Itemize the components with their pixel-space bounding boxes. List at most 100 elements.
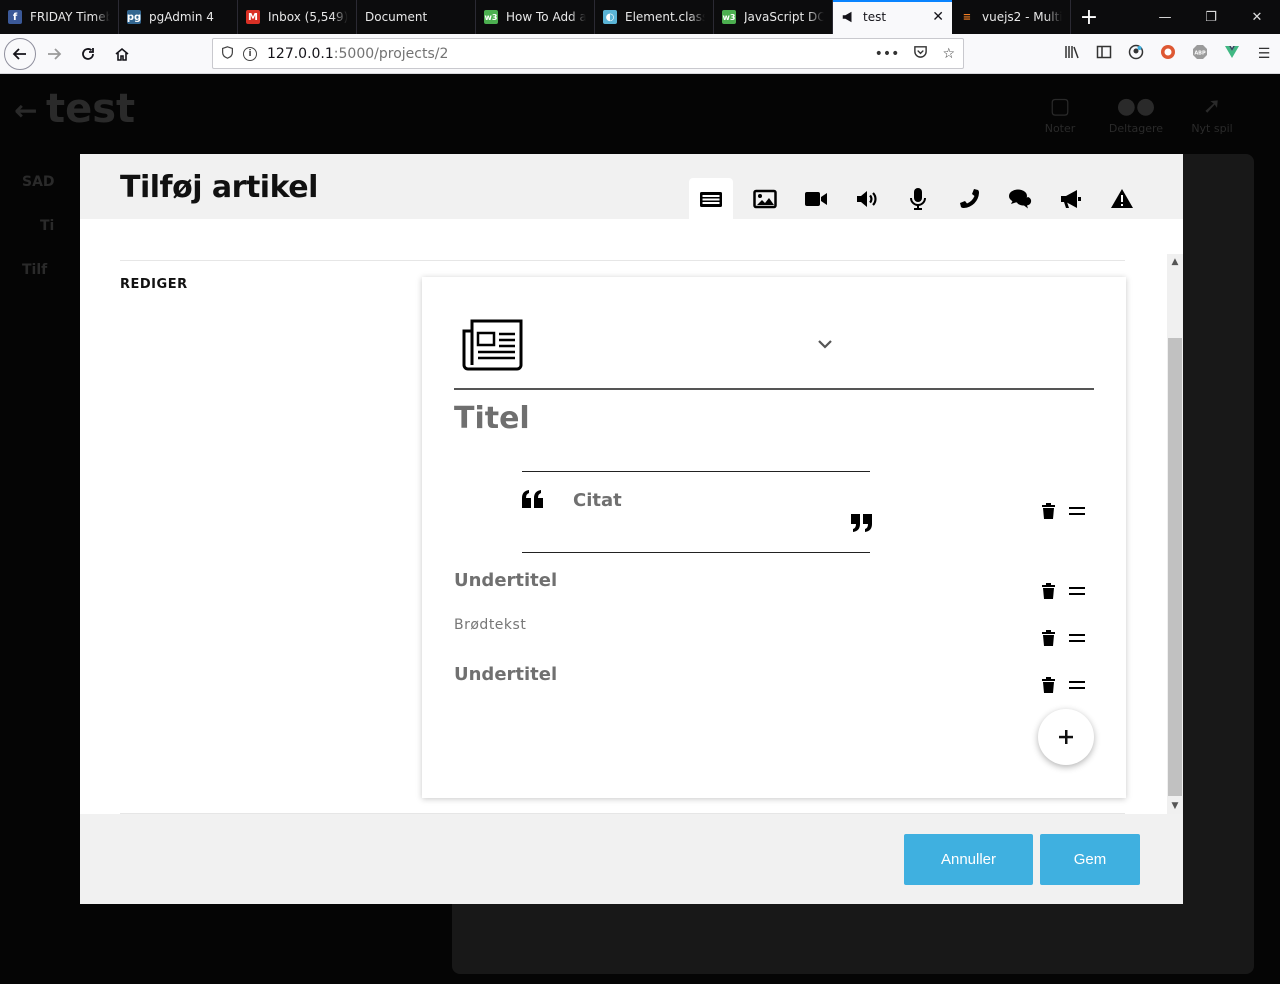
library-icon[interactable] bbox=[1056, 44, 1088, 64]
back-button[interactable] bbox=[4, 37, 36, 70]
tool-label: Noter bbox=[1044, 122, 1076, 135]
quote-close-icon bbox=[851, 514, 872, 532]
notes-tool: ▢ Noter bbox=[1032, 94, 1088, 135]
article-editor-card: Titel Citat Undertitel Brødtekst Underti… bbox=[422, 277, 1126, 798]
trash-icon[interactable] bbox=[1042, 583, 1055, 599]
add-article-modal: Tilføj artikel REDIGER Titel Citat Under… bbox=[80, 154, 1183, 904]
tab-title: pgAdmin 4 bbox=[149, 10, 214, 24]
browser-tab-active[interactable]: test ✕ bbox=[833, 0, 952, 34]
tab-title: Element.classL bbox=[625, 10, 705, 24]
close-tab-icon[interactable]: ✕ bbox=[932, 9, 944, 25]
reload-icon bbox=[82, 47, 94, 60]
modal-title: Tilføj artikel bbox=[120, 170, 318, 205]
browser-tab[interactable]: Document bbox=[357, 0, 476, 34]
vue-devtools-icon[interactable] bbox=[1216, 44, 1248, 64]
more-actions-icon[interactable]: ••• bbox=[875, 46, 900, 62]
scroll-down-icon[interactable]: ▼ bbox=[1167, 798, 1183, 814]
subtitle-input[interactable]: Undertitel bbox=[454, 570, 557, 591]
tool-label: Deltagere bbox=[1108, 122, 1164, 135]
browser-tab[interactable]: w3 JavaScript DOM bbox=[714, 0, 833, 34]
forward-button[interactable] bbox=[38, 38, 70, 70]
tab-title: Inbox (5,549) - bbox=[268, 10, 348, 24]
minimize-icon[interactable]: — bbox=[1142, 0, 1188, 34]
browser-tab[interactable]: pg pgAdmin 4 bbox=[119, 0, 238, 34]
new-tab-button[interactable]: + bbox=[1071, 0, 1107, 34]
chevron-down-icon[interactable] bbox=[818, 339, 832, 349]
w3schools-icon: w3 bbox=[722, 10, 736, 24]
browser-tab[interactable]: ≡ vuejs2 - Multip bbox=[952, 0, 1071, 34]
subtitle-input[interactable]: Undertitel bbox=[454, 664, 557, 685]
phone-icon bbox=[959, 188, 979, 208]
restore-icon[interactable]: ❐ bbox=[1188, 0, 1234, 34]
type-announcement-button[interactable] bbox=[1045, 178, 1096, 219]
article-type-selector bbox=[689, 178, 1147, 219]
type-article-button[interactable] bbox=[689, 178, 733, 219]
cancel-button[interactable]: Annuller bbox=[904, 834, 1033, 885]
mdn-icon: ◐ bbox=[603, 10, 617, 24]
pocket-icon[interactable] bbox=[913, 44, 928, 63]
image-icon bbox=[752, 189, 777, 208]
drag-handle-icon[interactable] bbox=[1069, 634, 1085, 642]
drag-handle-icon[interactable] bbox=[1069, 681, 1085, 689]
address-bar[interactable]: i 127.0.0.1:5000/projects/2 ••• ☆ bbox=[212, 38, 964, 69]
toolbar-icons: ABP ☰ bbox=[1056, 34, 1280, 74]
info-icon[interactable]: i bbox=[243, 46, 257, 61]
trash-icon[interactable] bbox=[1042, 677, 1055, 693]
body-block-actions bbox=[1042, 630, 1085, 646]
add-block-button[interactable] bbox=[1038, 709, 1094, 765]
drag-handle-icon[interactable] bbox=[1069, 587, 1085, 595]
stackoverflow-icon: ≡ bbox=[962, 11, 972, 23]
arrow-left-icon bbox=[12, 47, 26, 60]
new-game-tool: ➚ Nyt spil bbox=[1184, 94, 1240, 135]
scroll-up-icon[interactable]: ▲ bbox=[1167, 254, 1183, 270]
adblock-icon[interactable]: ABP bbox=[1184, 44, 1216, 64]
bookmark-star-icon[interactable]: ☆ bbox=[942, 46, 955, 62]
article-title-input[interactable]: Titel bbox=[454, 401, 530, 436]
quote-block[interactable]: Citat bbox=[522, 471, 872, 553]
trash-icon[interactable] bbox=[1042, 630, 1055, 646]
save-button[interactable]: Gem bbox=[1040, 834, 1140, 885]
home-button[interactable] bbox=[106, 38, 138, 70]
users-icon: ●● bbox=[1116, 94, 1156, 119]
close-window-icon[interactable]: ✕ bbox=[1234, 0, 1280, 34]
comments-icon bbox=[1008, 189, 1031, 208]
browser-tab[interactable]: f FRIDAY Timeb bbox=[0, 0, 119, 34]
type-chat-button[interactable] bbox=[994, 178, 1045, 219]
sidebar-icon[interactable] bbox=[1088, 44, 1120, 64]
svg-text:ABP: ABP bbox=[1194, 51, 1206, 57]
modal-body: REDIGER Titel Citat Undertitel Brødtekst… bbox=[80, 219, 1183, 814]
tab-title: Document bbox=[365, 10, 428, 24]
body-text-input[interactable]: Brødtekst bbox=[454, 617, 526, 633]
type-video-button[interactable] bbox=[790, 178, 841, 219]
browser-tab[interactable]: w3 How To Add a bbox=[476, 0, 595, 34]
drag-handle-icon[interactable] bbox=[1069, 507, 1085, 515]
trash-icon[interactable] bbox=[1042, 503, 1055, 519]
rocket-icon: ➚ bbox=[1202, 94, 1222, 119]
scrollbar-thumb[interactable] bbox=[1168, 338, 1182, 796]
shield-icon[interactable] bbox=[221, 45, 235, 62]
type-alert-button[interactable] bbox=[1096, 178, 1147, 219]
browser-tab[interactable]: ◐ Element.classL bbox=[595, 0, 714, 34]
video-camera-icon bbox=[804, 191, 827, 206]
gmail-icon: M bbox=[246, 10, 260, 24]
pgadmin-icon: pg bbox=[126, 10, 142, 24]
quote-text-input[interactable]: Citat bbox=[573, 490, 622, 511]
article-type-dropdown[interactable] bbox=[454, 307, 1094, 390]
window-controls: — ❐ ✕ bbox=[1142, 0, 1280, 34]
participants-tool: ●● Deltagere bbox=[1108, 94, 1164, 135]
subtitle-block-actions bbox=[1042, 583, 1085, 599]
account-icon[interactable] bbox=[1120, 44, 1152, 64]
type-image-button[interactable] bbox=[739, 178, 790, 219]
type-call-button[interactable] bbox=[943, 178, 994, 219]
bullhorn-icon bbox=[1060, 189, 1081, 208]
tab-title: JavaScript DOM bbox=[744, 10, 824, 24]
duckduckgo-icon[interactable] bbox=[1152, 44, 1184, 64]
sidebar-item: Tilf bbox=[22, 262, 48, 278]
browser-tab[interactable]: M Inbox (5,549) - bbox=[238, 0, 357, 34]
reload-button[interactable] bbox=[72, 38, 104, 70]
quote-block-actions bbox=[1042, 503, 1085, 519]
type-audio-button[interactable] bbox=[841, 178, 892, 219]
modal-scrollbar[interactable]: ▲ ▼ bbox=[1167, 254, 1183, 814]
menu-icon[interactable]: ☰ bbox=[1248, 46, 1280, 62]
type-podcast-button[interactable] bbox=[892, 178, 943, 219]
